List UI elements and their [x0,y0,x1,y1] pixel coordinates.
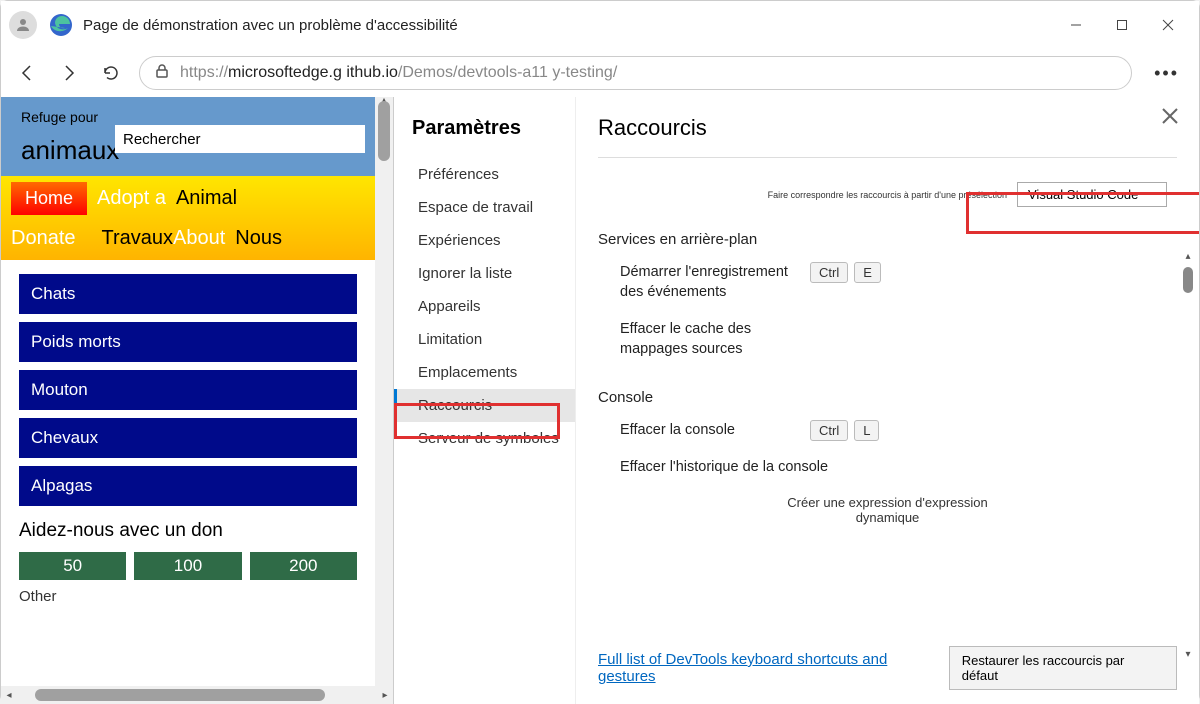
list-item[interactable]: Mouton [19,370,357,410]
shortcut-label: Effacer le cache des mappages sources [620,319,810,360]
donate-button[interactable]: 100 [134,552,241,580]
sidebar-item-symbols[interactable]: Serveur de symboles [412,422,575,455]
lock-icon [154,63,170,84]
list-item[interactable]: Chats [19,274,357,314]
full-list-link[interactable]: Full list of DevTools keyboard shortcuts… [598,651,949,685]
nav-adopt[interactable]: Adopt a [97,187,166,210]
shortcut-label: Démarrer l'enregistrement des événements [620,262,810,303]
minimize-button[interactable] [1053,9,1099,41]
page-title: Raccourcis [598,115,1177,141]
shortcut-row: Démarrer l'enregistrement des événements… [598,258,1177,315]
page-viewport: Refuge pour Rechercher animaux Home Adop… [1,97,393,704]
forward-button[interactable] [55,59,83,87]
site-nav: Home Adopt a Animal Donate Travaux About… [1,176,375,260]
expression-label: Créer une expression d'expression dynami… [598,495,1177,525]
site-header: Refuge pour Rechercher animaux [1,97,375,176]
nav-nous[interactable]: Nous [235,227,282,250]
vertical-scrollbar[interactable]: ▴ [375,97,393,704]
back-button[interactable] [13,59,41,87]
divider [598,157,1177,158]
shortcut-row: Effacer l'historique de la console [598,453,1177,489]
vertical-scrollbar[interactable]: ▴▾ [1181,267,1195,644]
settings-sidebar: Paramètres Préférences Espace de travail… [394,97,576,704]
window-titlebar: Page de démonstration avec un problème d… [1,1,1199,49]
donate-heading: Aidez-nous avec un don [19,520,357,542]
donate-button[interactable]: 50 [19,552,126,580]
maximize-button[interactable] [1099,9,1145,41]
sidebar-item-devices[interactable]: Appareils [412,290,575,323]
category-list: Chats Poids morts Mouton Chevaux Alpagas [19,274,357,506]
list-item[interactable]: Alpagas [19,466,357,506]
close-window-button[interactable] [1145,9,1191,41]
preset-row: Faire correspondre les raccourcis à part… [598,176,1177,213]
shortcut-row: Effacer la console Ctrl L [598,416,1177,453]
nav-home[interactable]: Home [11,182,87,215]
sidebar-item-locations[interactable]: Emplacements [412,356,575,389]
profile-avatar[interactable] [9,11,37,39]
settings-main: Raccourcis Faire correspondre les raccou… [576,97,1199,704]
key-badge: L [854,420,879,441]
section-heading: Services en arrière-plan [598,231,1177,248]
nav-travaux[interactable]: Travaux [102,227,174,250]
settings-title: Paramètres [412,117,575,140]
list-item[interactable]: Poids morts [19,322,357,362]
donate-button[interactable]: 200 [250,552,357,580]
sidebar-item-ignorelist[interactable]: Ignorer la liste [412,257,575,290]
search-input[interactable]: Rechercher [115,125,365,153]
url-text: https://microsoftedge.g ithub.io/Demos/d… [180,64,617,82]
nav-donate[interactable]: Donate [11,227,76,250]
sidebar-item-shortcuts[interactable]: Raccourcis [394,389,575,422]
sidebar-item-throttling[interactable]: Limitation [412,323,575,356]
list-item[interactable]: Chevaux [19,418,357,458]
preset-select[interactable]: Visual Studio Code [1017,182,1167,207]
horizontal-scrollbar[interactable]: ◂▸ [1,686,393,704]
other-label: Other [19,588,357,605]
shortcut-label: Effacer l'historique de la console [620,457,880,477]
browser-toolbar: https://microsoftedge.g ithub.io/Demos/d… [1,49,1199,97]
preset-label: Faire correspondre les raccourcis à part… [768,190,1007,200]
key-badge: Ctrl [810,262,848,283]
nav-animal[interactable]: Animal [176,187,237,210]
tab-title[interactable]: Page de démonstration avec un problème d… [83,17,1053,34]
shortcut-row: Effacer le cache des mappages sources [598,315,1177,372]
more-menu-button[interactable]: ••• [1146,63,1187,84]
key-badge: E [854,262,881,283]
nav-about[interactable]: About [173,227,225,250]
address-bar[interactable]: https://microsoftedge.g ithub.io/Demos/d… [139,56,1132,90]
shortcut-label: Effacer la console [620,420,810,440]
restore-defaults-button[interactable]: Restaurer les raccourcis par défaut [949,646,1177,690]
sidebar-item-preferences[interactable]: Préférences [412,158,575,191]
key-badge: Ctrl [810,420,848,441]
sidebar-item-experiments[interactable]: Expériences [412,224,575,257]
devtools-settings: Paramètres Préférences Espace de travail… [393,97,1199,704]
edge-icon [49,13,73,37]
sidebar-item-workspace[interactable]: Espace de travail [412,191,575,224]
refresh-button[interactable] [97,59,125,87]
section-heading: Console [598,389,1177,406]
